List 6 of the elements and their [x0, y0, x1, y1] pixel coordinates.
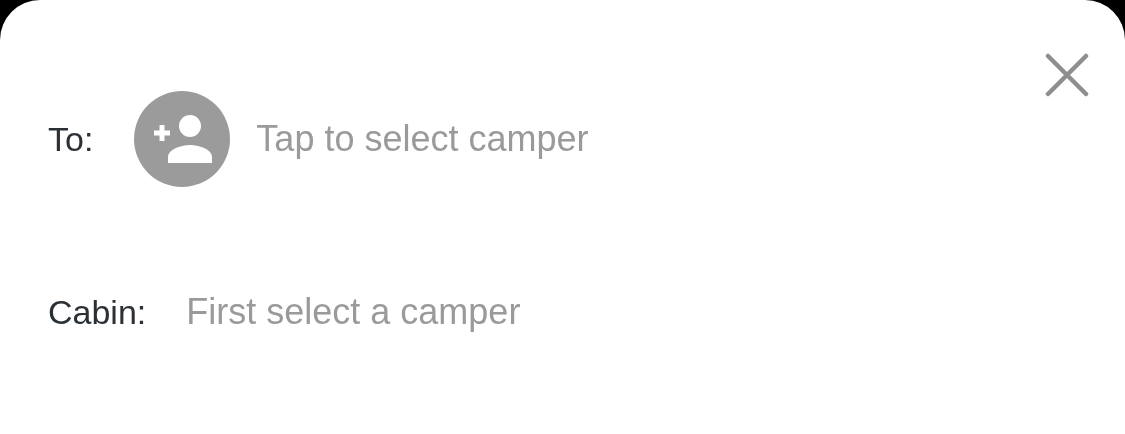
- cabin-field[interactable]: First select a camper: [186, 291, 521, 333]
- cabin-label: Cabin:: [48, 292, 147, 332]
- close-icon[interactable]: [1045, 53, 1089, 97]
- to-label: To:: [48, 119, 94, 159]
- add-person-icon[interactable]: [134, 91, 231, 187]
- camper-placeholder[interactable]: Tap to select camper: [256, 118, 589, 160]
